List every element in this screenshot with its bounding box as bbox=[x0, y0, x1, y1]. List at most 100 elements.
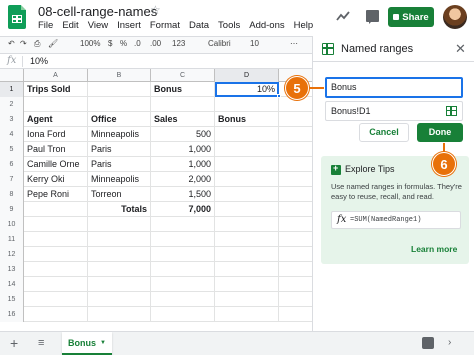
grid-cell[interactable] bbox=[215, 157, 279, 172]
document-title[interactable]: 08-cell-range-names bbox=[38, 4, 157, 19]
close-icon[interactable]: ✕ bbox=[455, 41, 466, 57]
percent-format-button[interactable]: % bbox=[120, 39, 127, 48]
grid-cell[interactable] bbox=[88, 82, 151, 97]
grid-cell[interactable] bbox=[151, 217, 215, 232]
more-icon[interactable]: ⋯ bbox=[290, 39, 298, 48]
grid-cell[interactable] bbox=[88, 292, 151, 307]
grid-cell[interactable] bbox=[215, 97, 279, 112]
menu-tools[interactable]: Tools bbox=[218, 20, 240, 31]
grid-cell[interactable] bbox=[151, 292, 215, 307]
row-header[interactable]: 14 bbox=[0, 277, 24, 292]
grid-cell[interactable]: Paul Tron bbox=[24, 142, 88, 157]
chevron-down-icon[interactable]: ▼ bbox=[100, 340, 106, 346]
grid-cell[interactable]: Paris bbox=[88, 157, 151, 172]
menu-insert[interactable]: Insert bbox=[117, 20, 141, 31]
selection-fill-handle[interactable] bbox=[277, 94, 281, 98]
activity-trend-icon[interactable] bbox=[336, 10, 350, 22]
paint-format-icon[interactable]: 🖌 bbox=[48, 39, 58, 48]
grid-cell[interactable] bbox=[24, 247, 88, 262]
grid-cell[interactable] bbox=[151, 232, 215, 247]
grid-cell[interactable] bbox=[215, 202, 279, 217]
grid-cell[interactable] bbox=[88, 247, 151, 262]
row-header[interactable]: 13 bbox=[0, 262, 24, 277]
star-icon[interactable]: ☆ bbox=[150, 3, 161, 17]
row-header[interactable]: 11 bbox=[0, 232, 24, 247]
grid-cell[interactable]: Bonus bbox=[151, 82, 215, 97]
range-reference-input[interactable]: Bonus!D1 bbox=[325, 101, 463, 121]
row-header[interactable]: 16 bbox=[0, 307, 24, 322]
menu-format[interactable]: Format bbox=[150, 20, 180, 31]
menu-edit[interactable]: Edit bbox=[62, 20, 78, 31]
undo-icon[interactable]: ↶ bbox=[8, 39, 15, 48]
avatar[interactable] bbox=[443, 5, 467, 29]
row-header[interactable]: 15 bbox=[0, 292, 24, 307]
grid-cell[interactable]: Iona Ford bbox=[24, 127, 88, 142]
row-header[interactable]: 8 bbox=[0, 187, 24, 202]
grid-cell[interactable] bbox=[24, 292, 88, 307]
grid-cell[interactable]: Minneapolis bbox=[88, 127, 151, 142]
menu-help[interactable]: Help bbox=[294, 20, 314, 31]
row-header[interactable]: 6 bbox=[0, 157, 24, 172]
select-range-grid-icon[interactable] bbox=[446, 106, 457, 116]
grid-cell[interactable] bbox=[24, 262, 88, 277]
font-select[interactable]: Calibri bbox=[208, 39, 231, 48]
row-header[interactable]: 5 bbox=[0, 142, 24, 157]
grid-cell[interactable] bbox=[151, 277, 215, 292]
side-panel-toggle-icon[interactable]: › bbox=[448, 337, 451, 348]
grid-cell[interactable] bbox=[88, 232, 151, 247]
menu-data[interactable]: Data bbox=[189, 20, 209, 31]
row-header[interactable]: 2 bbox=[0, 97, 24, 112]
row-header[interactable]: 7 bbox=[0, 172, 24, 187]
column-header-c[interactable]: C bbox=[151, 69, 215, 82]
grid-cell[interactable] bbox=[215, 292, 279, 307]
menu-addons[interactable]: Add-ons bbox=[249, 20, 284, 31]
grid-cell[interactable] bbox=[88, 262, 151, 277]
grid-cell[interactable] bbox=[215, 217, 279, 232]
sheet-tab-bonus[interactable]: Bonus ▼ bbox=[62, 332, 112, 355]
formula-input[interactable]: 10% bbox=[30, 56, 48, 66]
grid-cell[interactable]: 1,000 bbox=[151, 157, 215, 172]
learn-more-link[interactable]: Learn more bbox=[411, 244, 457, 254]
menu-view[interactable]: View bbox=[88, 20, 108, 31]
grid-cell[interactable] bbox=[24, 307, 88, 322]
grid-cell[interactable]: 500 bbox=[151, 127, 215, 142]
zoom-select[interactable]: 100% bbox=[80, 39, 100, 48]
grid-cell[interactable] bbox=[215, 127, 279, 142]
currency-format-button[interactable]: $ bbox=[108, 39, 112, 48]
grid-cell[interactable] bbox=[151, 307, 215, 322]
grid-cell[interactable]: 10% bbox=[215, 82, 279, 97]
grid-cell[interactable] bbox=[215, 277, 279, 292]
grid-cell[interactable]: Camille Orne bbox=[24, 157, 88, 172]
share-button[interactable]: Share bbox=[388, 7, 434, 27]
done-button[interactable]: Done bbox=[417, 123, 463, 142]
row-header[interactable]: 1 bbox=[0, 82, 24, 97]
grid-cell[interactable]: Trips Sold bbox=[24, 82, 88, 97]
grid-cell[interactable] bbox=[88, 217, 151, 232]
grid-cell[interactable] bbox=[24, 97, 88, 112]
row-header[interactable]: 12 bbox=[0, 247, 24, 262]
comment-icon[interactable] bbox=[366, 10, 379, 24]
grid-cell[interactable] bbox=[215, 262, 279, 277]
row-header[interactable]: 3 bbox=[0, 112, 24, 127]
row-header[interactable]: 10 bbox=[0, 217, 24, 232]
explore-icon[interactable] bbox=[422, 337, 434, 349]
grid-cell[interactable] bbox=[215, 232, 279, 247]
row-header[interactable]: 9 bbox=[0, 202, 24, 217]
font-size-select[interactable]: 10 bbox=[250, 39, 259, 48]
grid-cell[interactable]: 1,000 bbox=[151, 142, 215, 157]
grid-cell[interactable]: Pepe Roni bbox=[24, 187, 88, 202]
grid-cell[interactable]: Office bbox=[88, 112, 151, 127]
grid-cell[interactable] bbox=[215, 172, 279, 187]
grid-cell[interactable] bbox=[24, 217, 88, 232]
grid-cell[interactable]: Bonus bbox=[215, 112, 279, 127]
grid-cell[interactable] bbox=[215, 307, 279, 322]
sheets-logo-icon[interactable] bbox=[8, 5, 26, 29]
row-header[interactable]: 4 bbox=[0, 127, 24, 142]
grid-cell[interactable] bbox=[215, 187, 279, 202]
grid-cell[interactable] bbox=[88, 277, 151, 292]
more-formats-button[interactable]: 123 bbox=[172, 39, 185, 48]
grid-cell[interactable]: Minneapolis bbox=[88, 172, 151, 187]
grid-cell[interactable] bbox=[24, 277, 88, 292]
grid-cell[interactable] bbox=[215, 247, 279, 262]
column-header-d[interactable]: D bbox=[215, 69, 279, 82]
